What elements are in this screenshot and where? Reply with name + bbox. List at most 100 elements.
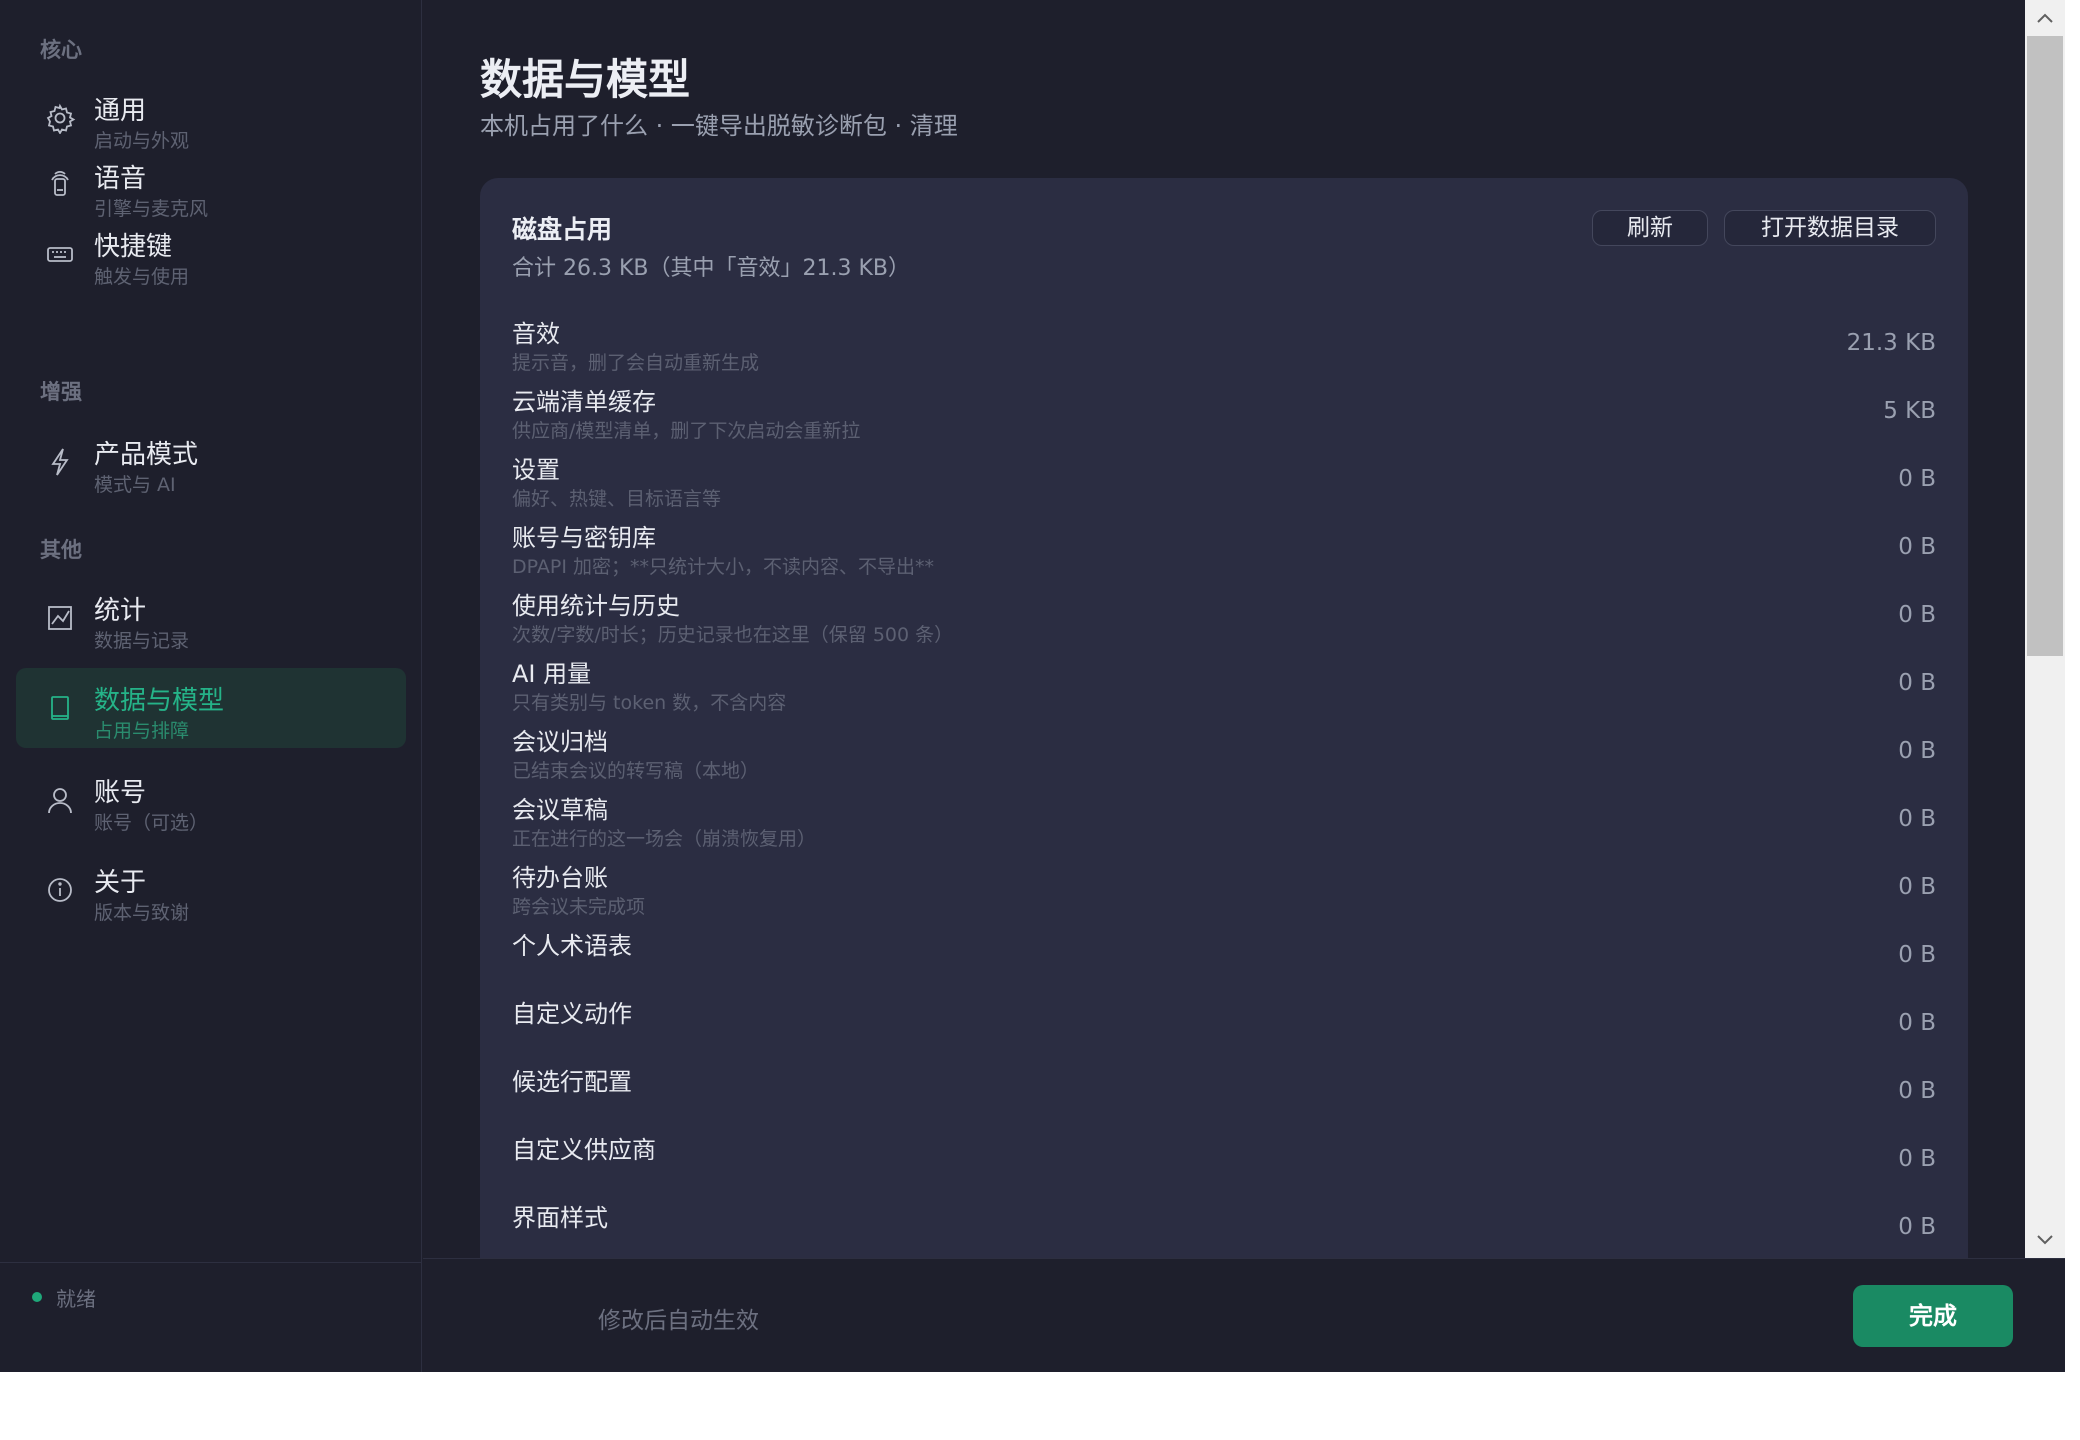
section-label-enhance: 增强 bbox=[40, 380, 82, 404]
sidebar: 核心 通用 启动与外观 语音 引擎与麦克风 快捷键 触发与使用 增强 产品模式 … bbox=[0, 0, 422, 1372]
item-size: 21.3 KB bbox=[1846, 330, 1936, 356]
item-name: 会议草稿 bbox=[512, 796, 608, 824]
sidebar-item-title: 语音 bbox=[94, 164, 147, 194]
item-size: 0 B bbox=[1898, 1146, 1936, 1172]
document-icon bbox=[44, 692, 76, 724]
list-item: 账号与密钥库 DPAPI 加密；**只统计大小，不读内容、不导出** 0 B bbox=[512, 518, 1936, 586]
item-size: 0 B bbox=[1898, 874, 1936, 900]
main-content[interactable]: 数据与模型 本机占用了什么 · 一键导出脱敏诊断包 · 清理 磁盘占用 合计 2… bbox=[423, 0, 2025, 1258]
sidebar-item-product-mode[interactable]: 产品模式 模式与 AI bbox=[16, 422, 406, 502]
item-desc: DPAPI 加密；**只统计大小，不读内容、不导出** bbox=[512, 556, 934, 578]
sidebar-item-data-models[interactable]: 数据与模型 占用与排障 bbox=[16, 668, 406, 748]
list-item: 界面样式 0 B bbox=[512, 1198, 1936, 1258]
item-name: 自定义供应商 bbox=[512, 1136, 656, 1164]
sidebar-item-subtitle: 数据与记录 bbox=[94, 630, 190, 652]
item-size: 0 B bbox=[1898, 602, 1936, 628]
item-name: 会议归档 bbox=[512, 728, 608, 756]
vertical-scrollbar[interactable] bbox=[2025, 0, 2065, 1258]
scroll-down-arrow-icon[interactable] bbox=[2025, 1222, 2065, 1258]
item-size: 0 B bbox=[1898, 942, 1936, 968]
sidebar-item-subtitle: 触发与使用 bbox=[94, 266, 190, 288]
item-size: 0 B bbox=[1898, 534, 1936, 560]
sidebar-item-title: 数据与模型 bbox=[94, 686, 225, 716]
sidebar-item-title: 快捷键 bbox=[94, 232, 173, 262]
sidebar-item-title: 关于 bbox=[94, 868, 147, 898]
item-size: 0 B bbox=[1898, 466, 1936, 492]
list-item: 待办台账 跨会议未完成项 0 B bbox=[512, 858, 1936, 926]
sidebar-footer: 就绪 bbox=[0, 1262, 421, 1372]
sidebar-item-title: 统计 bbox=[94, 596, 147, 626]
sidebar-item-subtitle: 版本与致谢 bbox=[94, 902, 190, 924]
item-size: 0 B bbox=[1898, 806, 1936, 832]
status-dot-icon bbox=[32, 1292, 42, 1302]
page-subtitle: 本机占用了什么 · 一键导出脱敏诊断包 · 清理 bbox=[480, 112, 958, 140]
item-desc: 偏好、热键、目标语言等 bbox=[512, 488, 722, 510]
status-text: 就绪 bbox=[56, 1287, 96, 1311]
disk-usage-card: 磁盘占用 合计 26.3 KB（其中「音效」21.3 KB） 刷新 打开数据目录… bbox=[480, 178, 1968, 1258]
item-size: 0 B bbox=[1898, 1078, 1936, 1104]
item-name: 待办台账 bbox=[512, 864, 608, 892]
list-item: 音效 提示音，删了会自动重新生成 21.3 KB bbox=[512, 314, 1936, 382]
sidebar-item-stats[interactable]: 统计 数据与记录 bbox=[16, 578, 406, 658]
sidebar-item-title: 产品模式 bbox=[94, 440, 199, 470]
auto-apply-hint: 修改后自动生效 bbox=[598, 1308, 759, 1334]
item-desc: 供应商/模型清单，删了下次启动会重新拉 bbox=[512, 420, 861, 442]
keyboard-icon bbox=[44, 238, 76, 270]
item-size: 0 B bbox=[1898, 670, 1936, 696]
scrollbar-thumb[interactable] bbox=[2027, 36, 2063, 656]
section-label-core: 核心 bbox=[40, 38, 82, 62]
sidebar-item-title: 通用 bbox=[94, 96, 147, 126]
page-title: 数据与模型 bbox=[480, 55, 691, 104]
item-desc: 跨会议未完成项 bbox=[512, 896, 646, 918]
item-desc: 只有类别与 token 数，不含内容 bbox=[512, 692, 787, 714]
item-size: 0 B bbox=[1898, 1214, 1936, 1240]
item-name: 账号与密钥库 bbox=[512, 524, 656, 552]
item-size: 0 B bbox=[1898, 738, 1936, 764]
sidebar-item-title: 账号 bbox=[94, 778, 147, 808]
list-item: 设置 偏好、热键、目标语言等 0 B bbox=[512, 450, 1936, 518]
list-item: AI 用量 只有类别与 token 数，不含内容 0 B bbox=[512, 654, 1936, 722]
item-name: 使用统计与历史 bbox=[512, 592, 680, 620]
card-title: 磁盘占用 bbox=[512, 215, 613, 244]
info-icon bbox=[44, 874, 76, 906]
item-name: 界面样式 bbox=[512, 1204, 608, 1232]
item-size: 5 KB bbox=[1883, 398, 1936, 424]
item-desc: 提示音，删了会自动重新生成 bbox=[512, 352, 760, 374]
item-name: 自定义动作 bbox=[512, 1000, 632, 1028]
item-name: 个人术语表 bbox=[512, 932, 632, 960]
scroll-up-arrow-icon[interactable] bbox=[2025, 0, 2065, 36]
sidebar-item-subtitle: 账号（可选） bbox=[94, 812, 209, 834]
item-name: AI 用量 bbox=[512, 660, 592, 688]
list-item: 个人术语表 0 B bbox=[512, 926, 1936, 994]
list-item: 自定义供应商 0 B bbox=[512, 1130, 1936, 1198]
sidebar-item-about[interactable]: 关于 版本与致谢 bbox=[16, 850, 406, 930]
item-name: 音效 bbox=[512, 320, 560, 348]
list-item: 会议草稿 正在进行的这一场会（崩溃恢复用） 0 B bbox=[512, 790, 1936, 858]
done-button[interactable]: 完成 bbox=[1853, 1285, 2013, 1347]
footer-bar: 修改后自动生效 完成 bbox=[423, 1258, 2065, 1372]
list-item: 使用统计与历史 次数/字数/时长；历史记录也在这里（保留 500 条） 0 B bbox=[512, 586, 1936, 654]
item-desc: 已结束会议的转写稿（本地） bbox=[512, 760, 760, 782]
gear-icon bbox=[44, 102, 76, 134]
lightning-icon bbox=[44, 446, 76, 478]
sidebar-item-subtitle: 模式与 AI bbox=[94, 474, 176, 496]
item-name: 设置 bbox=[512, 456, 560, 484]
refresh-button[interactable]: 刷新 bbox=[1592, 210, 1708, 246]
item-name: 候选行配置 bbox=[512, 1068, 632, 1096]
list-item: 自定义动作 0 B bbox=[512, 994, 1936, 1062]
item-desc: 次数/字数/时长；历史记录也在这里（保留 500 条） bbox=[512, 624, 954, 646]
item-size: 0 B bbox=[1898, 1010, 1936, 1036]
microphone-icon bbox=[44, 170, 76, 202]
settings-window: 核心 通用 启动与外观 语音 引擎与麦克风 快捷键 触发与使用 增强 产品模式 … bbox=[0, 0, 2065, 1372]
list-item: 会议归档 已结束会议的转写稿（本地） 0 B bbox=[512, 722, 1936, 790]
open-data-directory-button[interactable]: 打开数据目录 bbox=[1724, 210, 1936, 246]
list-item: 云端清单缓存 供应商/模型清单，删了下次启动会重新拉 5 KB bbox=[512, 382, 1936, 450]
item-desc: 正在进行的这一场会（崩溃恢复用） bbox=[512, 828, 817, 850]
sidebar-item-shortcuts[interactable]: 快捷键 触发与使用 bbox=[16, 214, 406, 294]
section-label-other: 其他 bbox=[40, 538, 82, 562]
sidebar-item-subtitle: 占用与排障 bbox=[94, 720, 190, 742]
sidebar-item-account[interactable]: 账号 账号（可选） bbox=[16, 760, 406, 840]
list-item: 候选行配置 0 B bbox=[512, 1062, 1936, 1130]
item-name: 云端清单缓存 bbox=[512, 388, 656, 416]
card-summary: 合计 26.3 KB（其中「音效」21.3 KB） bbox=[512, 256, 910, 281]
